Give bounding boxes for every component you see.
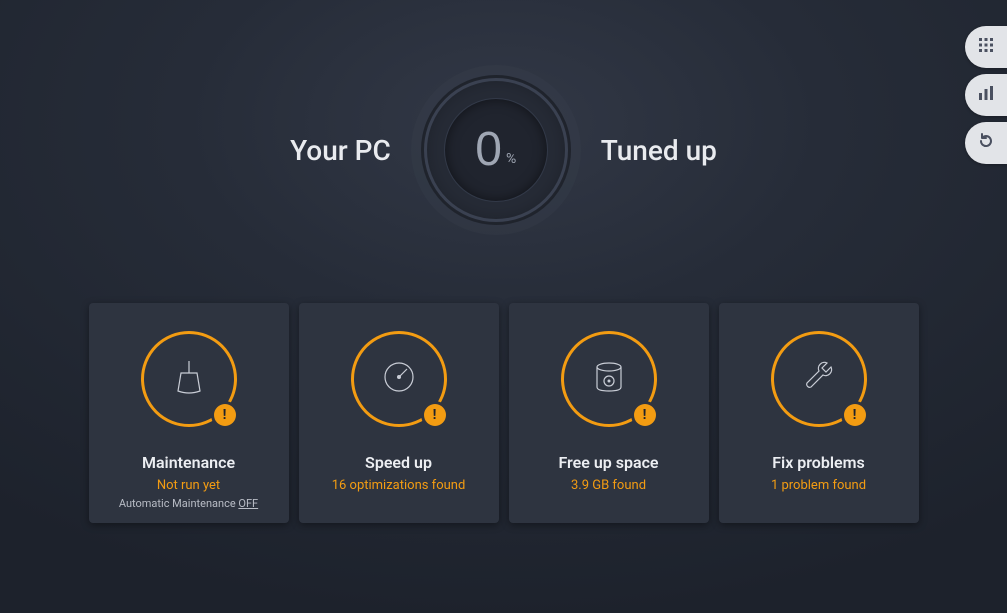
freeup-title: Free up space: [558, 453, 658, 472]
gauge-value: 0: [475, 126, 502, 174]
speedup-card[interactable]: ! Speed up 16 optimizations found: [299, 303, 499, 523]
apps-button[interactable]: [965, 26, 1007, 68]
maintenance-subtext: Automatic Maintenance OFF: [119, 497, 258, 510]
fix-card[interactable]: ! Fix problems 1 problem found: [719, 303, 919, 523]
warning-badge-icon: !: [424, 404, 446, 426]
maintenance-circle: !: [141, 331, 237, 427]
warning-badge-icon: !: [214, 404, 236, 426]
gauge-unit: %: [506, 151, 516, 167]
maintenance-toggle-link[interactable]: OFF: [238, 497, 258, 510]
header-left-label: Your PC: [290, 134, 391, 167]
fix-title: Fix problems: [772, 453, 865, 472]
freeup-circle: !: [561, 331, 657, 427]
fix-status: 1 problem found: [771, 478, 866, 493]
warning-badge-icon: !: [844, 404, 866, 426]
wrench-icon: [797, 355, 841, 403]
speedup-circle: !: [351, 331, 447, 427]
warning-badge-icon: !: [634, 404, 656, 426]
maintenance-title: Maintenance: [142, 453, 235, 472]
grid-icon: [978, 37, 994, 57]
freeup-card[interactable]: ! Free up space 3.9 GB found: [509, 303, 709, 523]
tuneup-gauge: 0 %: [421, 75, 571, 225]
disk-icon: [587, 355, 631, 403]
header-right-label: Tuned up: [601, 134, 717, 167]
gauge-readout: 0 %: [444, 98, 548, 202]
maintenance-status: Not run yet: [157, 478, 220, 493]
category-cards: ! Maintenance Not run yet Automatic Main…: [0, 303, 1007, 523]
speedup-status: 16 optimizations found: [332, 478, 466, 493]
broom-icon: [167, 355, 211, 403]
maintenance-sub-prefix: Automatic Maintenance: [119, 497, 239, 510]
maintenance-card[interactable]: ! Maintenance Not run yet Automatic Main…: [89, 303, 289, 523]
fix-circle: !: [771, 331, 867, 427]
speedometer-icon: [377, 355, 421, 403]
speedup-title: Speed up: [365, 453, 432, 472]
freeup-status: 3.9 GB found: [571, 478, 646, 493]
tuneup-status-header: Your PC 0 % Tuned up: [0, 75, 1007, 225]
